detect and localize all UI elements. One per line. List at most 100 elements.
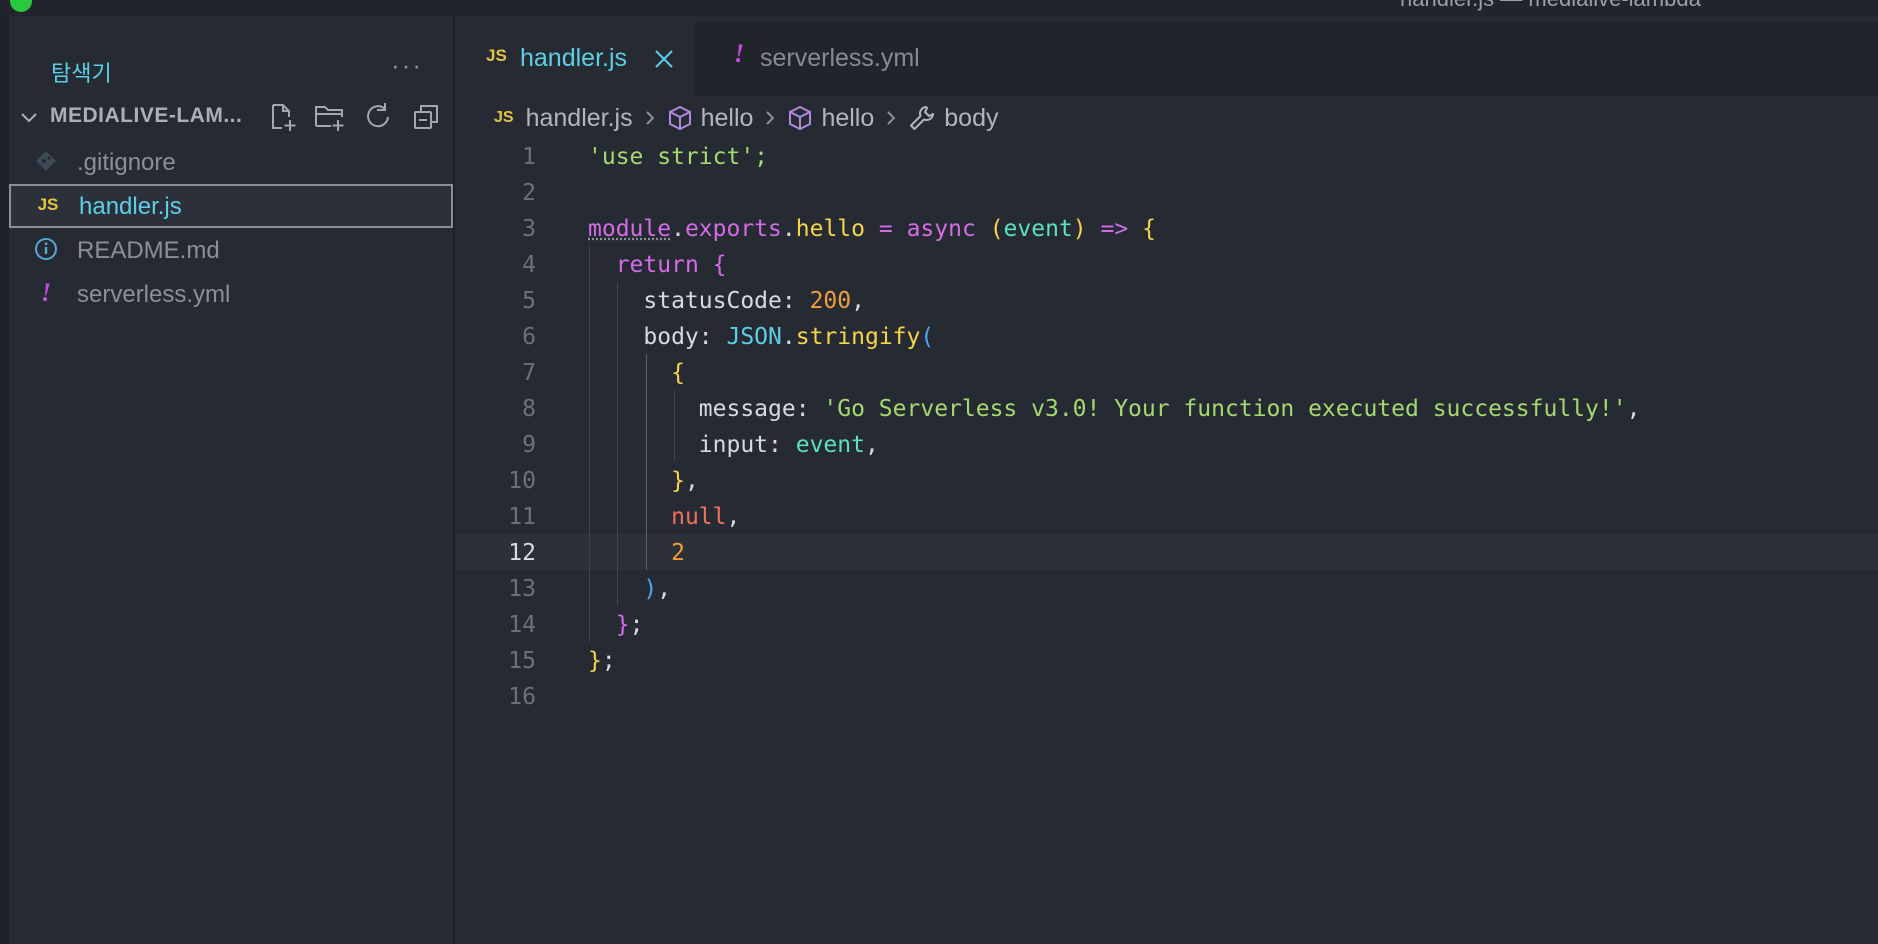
code-line[interactable]: 2 [456,174,1878,210]
code-line[interactable]: 16 [456,678,1878,714]
code-text: 2 [671,540,685,566]
window-title: handler.js — medialive-lambda [1400,0,1701,12]
chevron-right-icon [645,111,655,125]
chevron-down-icon[interactable] [18,106,40,128]
workspace-section-header[interactable]: MEDIALIVE-LAM... [9,94,453,140]
js-icon: JS [486,46,507,65]
workspace-title: MEDIALIVE-LAM... [50,104,243,127]
code-line[interactable]: 5 statusCode: 200, [456,282,1878,318]
cube-icon [668,105,691,131]
tab-handler-js[interactable]: JS handler.js [456,22,694,96]
yaml-icon: ! [40,278,52,307]
tab-label: handler.js [520,44,628,72]
line-number: 14 [508,612,536,638]
ellipsis-icon[interactable]: ··· [391,50,423,81]
file-item-readme[interactable]: README.md [9,228,453,272]
code-editor[interactable]: 1 'use strict'; 2 3 module.exports.hello… [456,138,1878,714]
code-line[interactable]: 3 module.exports.hello = async (event) =… [456,210,1878,246]
line-number: 7 [522,360,536,386]
file-label: serverless.yml [77,281,231,308]
wrench-icon [910,106,935,130]
breadcrumb-label: hello [700,103,754,132]
file-label: README.md [77,237,220,264]
code-line[interactable]: 15 }; [456,642,1878,678]
editor-area: JS handler.js ! serverless.yml JS handle… [456,16,1878,944]
file-item-handler-js[interactable]: JS handler.js [9,184,453,228]
code-line[interactable]: 9 input: event, [456,426,1878,462]
breadcrumb-symbol-body[interactable]: body [908,104,998,133]
code-text: input: event, [698,432,879,458]
code-text: message: 'Go Serverless v3.0! Your funct… [698,396,1641,422]
line-number: 2 [522,180,536,206]
line-number: 8 [522,396,536,422]
code-line[interactable]: 8 message: 'Go Serverless v3.0! Your fun… [456,390,1878,426]
code-line[interactable]: 7 { [456,354,1878,390]
breadcrumb-label: body [944,103,999,132]
refresh-icon[interactable] [361,100,395,134]
yaml-icon: ! [734,39,745,68]
line-number: 1 [522,144,536,170]
code-text: null, [671,504,741,530]
window-maximize-button[interactable] [10,0,32,12]
file-label: .gitignore [77,149,176,176]
code-text: { [671,360,685,386]
breadcrumb-file-label: handler.js [525,103,633,132]
code-text: 'use strict'; [588,144,769,170]
line-number: 11 [508,504,536,530]
breadcrumb-symbol-hello[interactable]: hello [667,103,754,133]
breadcrumb-label: hello [821,103,875,132]
code-line[interactable]: 1 'use strict'; [456,138,1878,174]
file-item-gitignore[interactable]: .gitignore [9,140,453,184]
close-icon[interactable] [653,48,675,70]
line-number: 4 [522,252,536,278]
tab-label: serverless.yml [760,44,920,72]
title-bar: handler.js — medialive-lambda [0,0,1878,16]
section-actions [265,100,443,134]
line-number: 12 [508,540,536,566]
breadcrumb-file[interactable]: JS handler.js [494,104,633,133]
line-number: 16 [508,684,536,710]
sidebar-title: 탐색기 [51,61,112,86]
line-number: 5 [522,288,536,314]
breadcrumb: JS handler.js hello hello body [494,98,998,138]
tab-serverless-yml[interactable]: ! serverless.yml [694,22,934,96]
line-number: 3 [522,216,536,242]
info-icon [34,237,58,261]
line-number: 6 [522,324,536,350]
line-number: 10 [508,468,536,494]
line-number: 13 [508,576,536,602]
file-item-serverless-yml[interactable]: ! serverless.yml [9,272,453,316]
code-line[interactable]: 6 body: JSON.stringify( [456,318,1878,354]
tab-bar: JS handler.js ! serverless.yml [456,22,1878,96]
activity-bar-edge [0,16,9,944]
chevron-right-icon [766,111,775,125]
code-text: module.exports.hello = async (event) => … [588,216,1156,242]
js-icon: JS [37,195,59,214]
code-line[interactable]: 10 }, [456,462,1878,498]
code-line[interactable]: 4 return { [456,246,1878,282]
git-icon [34,149,58,173]
code-line[interactable]: 14 }; [456,606,1878,642]
code-text: statusCode: 200, [643,288,865,314]
explorer-sidebar: 탐색기 ··· MEDIALIVE-LAM... .gitignore JS h… [9,16,455,944]
line-number: 9 [522,432,536,458]
code-text: body: JSON.stringify( [643,324,935,350]
code-text: }; [615,612,644,638]
code-line[interactable]: 13 ), [456,570,1878,606]
code-text: ), [643,576,672,602]
breadcrumb-symbol-hello-2[interactable]: hello [787,104,874,133]
file-label: handler.js [79,193,182,220]
new-folder-icon[interactable] [313,100,347,134]
code-text: return { [615,252,727,278]
file-tree: .gitignore JS handler.js README.md ! ser… [9,140,453,316]
sidebar-header: 탐색기 ··· [9,44,453,100]
code-line[interactable]: 11 null, [456,498,1878,534]
code-text: }, [671,468,699,494]
code-text: }; [588,648,616,674]
chevron-right-icon [887,111,896,125]
js-icon: JS [494,109,514,126]
code-line-current[interactable]: 12 2 [456,534,1878,570]
cube-icon [789,105,812,131]
new-file-icon[interactable] [265,100,299,134]
collapse-all-icon[interactable] [409,100,443,134]
